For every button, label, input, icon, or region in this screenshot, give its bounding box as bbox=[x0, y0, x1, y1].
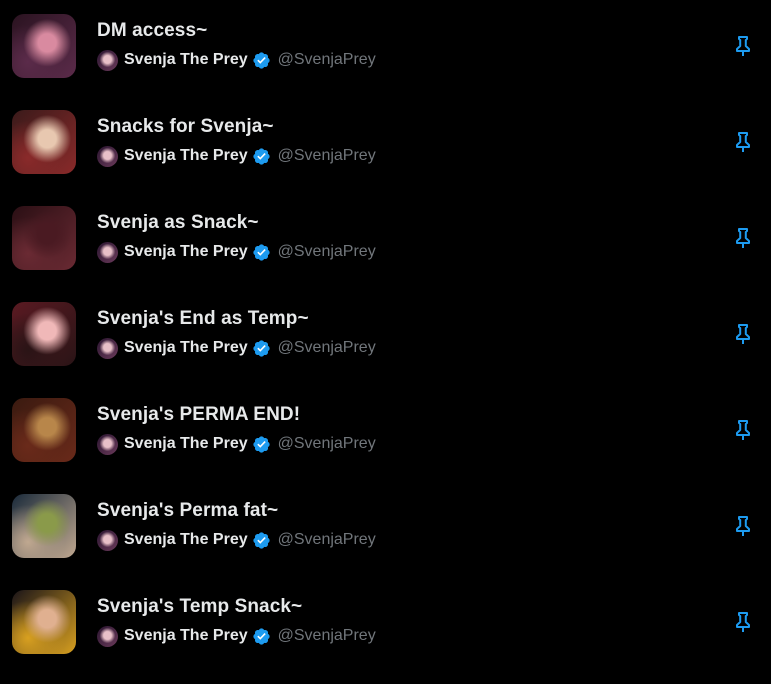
list-owner: Svenja The Prey @SvenjaPrey bbox=[97, 241, 376, 263]
list-thumbnail bbox=[12, 110, 76, 174]
pin-icon[interactable] bbox=[731, 418, 755, 442]
list-title: Snacks for Svenja~ bbox=[97, 116, 274, 137]
verified-badge-icon bbox=[253, 435, 270, 453]
list-thumbnail bbox=[12, 398, 76, 462]
owner-name: Svenja The Prey bbox=[124, 531, 248, 548]
owner-handle[interactable]: @SvenjaPrey bbox=[278, 147, 376, 165]
owner-name: Svenja The Prey bbox=[124, 435, 248, 452]
verified-badge-icon bbox=[253, 339, 270, 357]
list-owner: Svenja The Prey @SvenjaPrey bbox=[97, 433, 376, 455]
owner-avatar bbox=[97, 625, 118, 647]
verified-badge-icon bbox=[253, 147, 270, 165]
verified-badge-icon bbox=[253, 243, 270, 261]
list-item-dm-access[interactable]: DM access~ Svenja The Prey @SvenjaPrey bbox=[0, 0, 771, 96]
list-owner: Svenja The Prey @SvenjaPrey bbox=[97, 529, 376, 551]
pin-icon[interactable] bbox=[731, 130, 755, 154]
list-item-svenjas-end-as-temp[interactable]: Svenja's End as Temp~ Svenja The Prey @S… bbox=[0, 288, 771, 384]
list-title: Svenja's PERMA END! bbox=[97, 404, 301, 425]
list-thumbnail bbox=[12, 206, 76, 270]
pin-icon[interactable] bbox=[731, 610, 755, 634]
owner-handle[interactable]: @SvenjaPrey bbox=[278, 627, 376, 645]
list-owner: Svenja The Prey @SvenjaPrey bbox=[97, 337, 376, 359]
owner-name: Svenja The Prey bbox=[124, 51, 248, 68]
verified-badge-icon bbox=[253, 627, 270, 645]
owner-handle[interactable]: @SvenjaPrey bbox=[278, 243, 376, 261]
list-item-snacks-for-svenja[interactable]: Snacks for Svenja~ Svenja The Prey @Sven… bbox=[0, 96, 771, 192]
list-thumbnail bbox=[12, 14, 76, 78]
list-item-svenjas-temp-snack[interactable]: Svenja's Temp Snack~ Svenja The Prey @Sv… bbox=[0, 576, 771, 672]
owner-handle[interactable]: @SvenjaPrey bbox=[278, 531, 376, 549]
pin-icon[interactable] bbox=[731, 514, 755, 538]
list-thumbnail bbox=[12, 590, 76, 654]
owner-name: Svenja The Prey bbox=[124, 339, 248, 356]
list-thumbnail bbox=[12, 494, 76, 558]
owner-avatar bbox=[97, 337, 118, 359]
list-title: Svenja's Temp Snack~ bbox=[97, 596, 303, 617]
list-item-svenjas-perma-fat[interactable]: Svenja's Perma fat~ Svenja The Prey @Sve… bbox=[0, 480, 771, 576]
pin-icon[interactable] bbox=[731, 34, 755, 58]
owner-avatar bbox=[97, 241, 118, 263]
list-title: Svenja as Snack~ bbox=[97, 212, 259, 233]
lists-container: DM access~ Svenja The Prey @SvenjaPrey S… bbox=[0, 0, 771, 684]
owner-name: Svenja The Prey bbox=[124, 627, 248, 644]
list-title: DM access~ bbox=[97, 20, 208, 41]
owner-handle[interactable]: @SvenjaPrey bbox=[278, 435, 376, 453]
list-owner: Svenja The Prey @SvenjaPrey bbox=[97, 49, 376, 71]
owner-avatar bbox=[97, 529, 118, 551]
owner-name: Svenja The Prey bbox=[124, 243, 248, 260]
list-thumbnail bbox=[12, 302, 76, 366]
list-owner: Svenja The Prey @SvenjaPrey bbox=[97, 145, 376, 167]
verified-badge-icon bbox=[253, 531, 270, 549]
list-owner: Svenja The Prey @SvenjaPrey bbox=[97, 625, 376, 647]
owner-avatar bbox=[97, 49, 118, 71]
list-title: Svenja's Perma fat~ bbox=[97, 500, 279, 521]
owner-handle[interactable]: @SvenjaPrey bbox=[278, 51, 376, 69]
verified-badge-icon bbox=[253, 51, 270, 69]
owner-handle[interactable]: @SvenjaPrey bbox=[278, 339, 376, 357]
list-title: Svenja's End as Temp~ bbox=[97, 308, 309, 329]
list-item-svenjas-perma-end[interactable]: Svenja's PERMA END! Svenja The Prey @Sve… bbox=[0, 384, 771, 480]
pin-icon[interactable] bbox=[731, 322, 755, 346]
owner-avatar bbox=[97, 433, 118, 455]
owner-name: Svenja The Prey bbox=[124, 147, 248, 164]
pin-icon[interactable] bbox=[731, 226, 755, 250]
list-item-svenja-as-snack[interactable]: Svenja as Snack~ Svenja The Prey @Svenja… bbox=[0, 192, 771, 288]
owner-avatar bbox=[97, 145, 118, 167]
